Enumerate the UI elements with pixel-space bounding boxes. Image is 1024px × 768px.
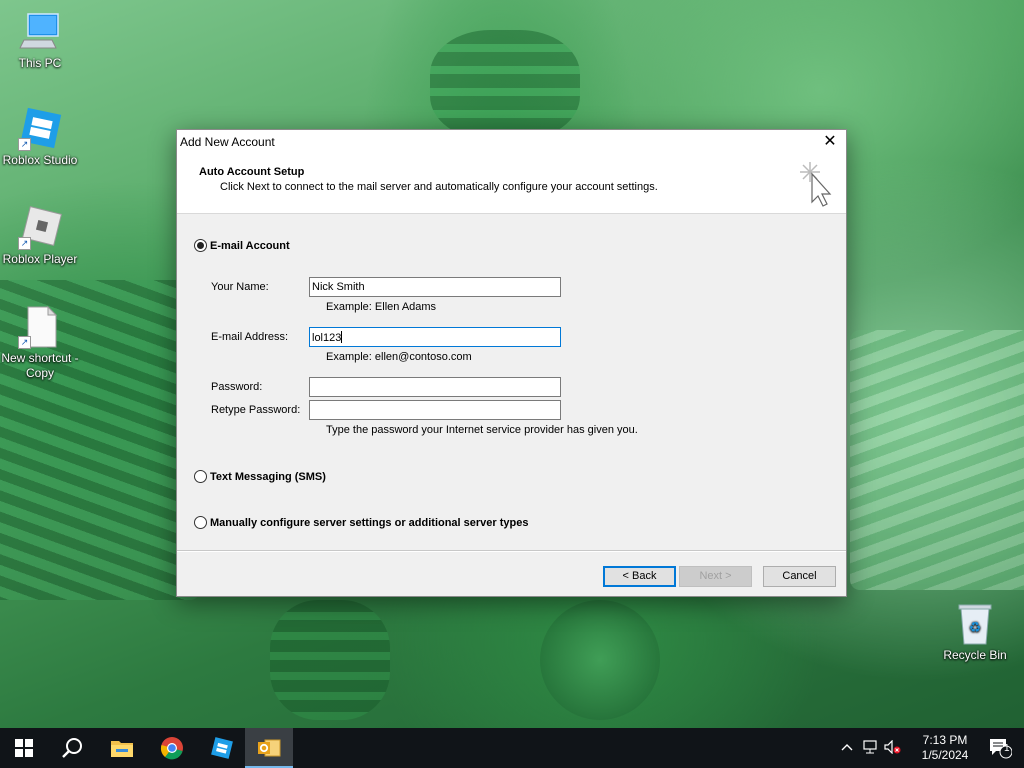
wallpaper-coin-stack-top (430, 30, 580, 140)
text-messaging-label: Text Messaging (SMS) (210, 470, 326, 483)
blank-file-icon: ↗ (18, 305, 62, 349)
desktop-icon-label: Roblox Studio (2, 153, 78, 167)
wallpaper-coin (540, 600, 660, 720)
search-icon (62, 738, 82, 758)
email-address-label: E-mail Address: (211, 331, 289, 343)
recycle-bin-icon: ♻ (953, 602, 997, 646)
taskbar-file-explorer[interactable] (98, 728, 146, 768)
wallpaper-coin-stack-bottom (270, 600, 390, 720)
wizard-cursor-icon (796, 160, 834, 208)
desktop-icon-this-pc[interactable]: This PC (0, 10, 80, 71)
taskbar: 7:13 PM 1/5/2024 1 (0, 728, 1024, 768)
header-subtitle: Click Next to connect to the mail server… (220, 181, 658, 193)
taskbar-outlook[interactable] (245, 728, 293, 768)
your-name-label: Your Name: (211, 281, 269, 293)
action-center-button[interactable]: 1 (976, 728, 1024, 768)
email-account-option[interactable]: E-mail Account (194, 239, 290, 252)
close-icon: ✕ (823, 133, 837, 150)
text-messaging-radio[interactable] (194, 470, 207, 483)
manual-configure-option[interactable]: Manually configure server settings or ad… (194, 516, 529, 529)
your-name-input[interactable]: Nick Smith (309, 277, 561, 297)
start-button[interactable] (0, 728, 48, 768)
header-title: Auto Account Setup (199, 166, 305, 178)
dialog-header: Auto Account Setup Click Next to connect… (177, 154, 846, 214)
password-input[interactable] (309, 377, 561, 397)
email-address-value: lol123 (312, 332, 342, 344)
shortcut-arrow-icon: ↗ (18, 336, 31, 349)
your-name-hint: Example: Ellen Adams (326, 301, 437, 313)
clock-time: 7:13 PM (922, 733, 968, 747)
desktop-icon-new-shortcut-copy[interactable]: ↗ New shortcut - Copy (0, 305, 80, 381)
next-button[interactable]: Next > (679, 566, 752, 587)
email-address-hint: Example: ellen@contoso.com (326, 351, 472, 363)
text-messaging-option[interactable]: Text Messaging (SMS) (194, 470, 326, 483)
roblox-player-icon: ↗ (18, 205, 63, 250)
search-button[interactable] (48, 728, 96, 768)
desktop-icon-label: Recycle Bin (943, 648, 1007, 662)
desktop-icon-label: This PC (18, 56, 62, 70)
taskbar-roblox-studio[interactable] (198, 728, 246, 768)
clock-date: 1/5/2024 (921, 748, 969, 762)
roblox-studio-icon: ↗ (18, 107, 62, 151)
roblox-studio-icon (211, 737, 233, 759)
chrome-icon (160, 737, 183, 760)
svg-text:♻: ♻ (969, 620, 982, 636)
shortcut-arrow-icon: ↗ (18, 237, 31, 250)
cancel-button[interactable]: Cancel (763, 566, 836, 587)
footer-separator (177, 550, 846, 552)
windows-start-icon (15, 739, 33, 757)
text-caret (341, 331, 343, 343)
shortcut-arrow-icon: ↗ (18, 138, 31, 151)
this-pc-icon (18, 10, 62, 54)
desktop-icon-roblox-studio[interactable]: ↗ Roblox Studio (0, 107, 80, 168)
dialog-title: Add New Account (180, 135, 275, 149)
file-explorer-icon (111, 741, 133, 757)
close-button[interactable]: ✕ (814, 130, 846, 154)
manual-configure-label: Manually configure server settings or ad… (210, 516, 529, 529)
chevron-up-icon[interactable] (838, 742, 856, 754)
manual-configure-radio[interactable] (194, 516, 207, 529)
outlook-icon (258, 739, 281, 757)
desktop-icon-label: New shortcut - Copy (1, 351, 79, 380)
network-icon[interactable] (860, 739, 882, 757)
email-account-label: E-mail Account (210, 239, 290, 252)
add-new-account-dialog: Add New Account ✕ Auto Account Setup Cli… (176, 129, 847, 597)
notification-count: 1 (1004, 743, 1010, 754)
email-account-radio[interactable] (194, 239, 207, 252)
wallpaper-bill-right (850, 330, 1024, 590)
email-address-input[interactable]: lol123 (309, 327, 561, 347)
taskbar-clock[interactable]: 7:13 PM 1/5/2024 (914, 733, 976, 763)
password-label: Password: (211, 381, 263, 393)
desktop-icon-roblox-player[interactable]: ↗ Roblox Player (0, 205, 80, 267)
taskbar-chrome[interactable] (148, 728, 196, 768)
desktop-icon-label: Roblox Player (2, 252, 78, 266)
password-hint: Type the password your Internet service … (326, 424, 638, 436)
back-button[interactable]: < Back (603, 566, 676, 587)
dialog-title-bar[interactable]: Add New Account ✕ (177, 130, 846, 154)
retype-password-label: Retype Password: (211, 404, 301, 416)
desktop-icon-recycle-bin[interactable]: ♻ Recycle Bin (935, 602, 1015, 663)
retype-password-input[interactable] (309, 400, 561, 420)
volume-muted-icon[interactable] (882, 739, 904, 757)
your-name-value: Nick Smith (312, 281, 365, 293)
system-tray (838, 728, 904, 768)
